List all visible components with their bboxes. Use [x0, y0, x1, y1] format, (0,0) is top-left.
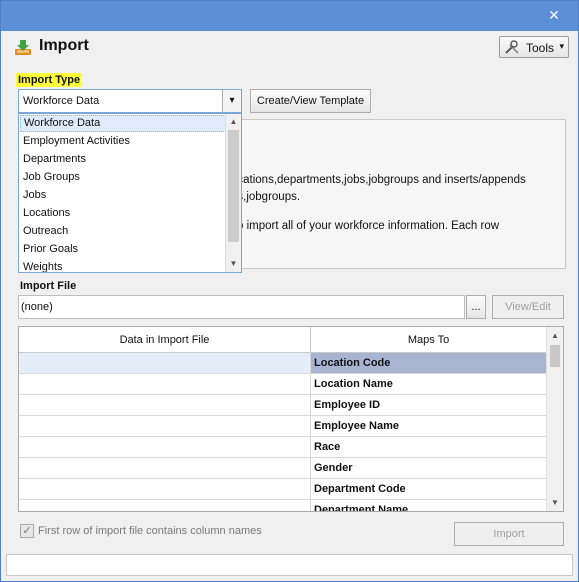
dropdown-option[interactable]: Departments — [20, 151, 226, 168]
import-button[interactable]: Import — [454, 522, 564, 546]
table-row-maps-to[interactable]: Gender — [311, 458, 547, 479]
table-row-source[interactable] — [19, 458, 311, 479]
dropdown-option[interactable]: Employment Activities — [20, 133, 226, 150]
view-edit-button[interactable]: View/Edit — [492, 295, 564, 319]
import-window: ✕ Import Tools ▾ Import Type Workforce D… — [0, 0, 579, 582]
dropdown-option[interactable]: Jobs — [20, 187, 226, 204]
table-row-maps-to[interactable]: Department Name — [311, 500, 547, 511]
import-file-value: (none) — [21, 301, 53, 313]
table-row-source[interactable] — [19, 437, 311, 458]
import-type-select[interactable]: Workforce Data ▾ — [18, 89, 242, 113]
table-row-maps-to[interactable]: Location Code — [311, 353, 547, 374]
table-row-source[interactable] — [19, 479, 311, 500]
title-bar: ✕ — [1, 1, 578, 31]
tools-menu-button[interactable]: Tools ▾ — [499, 36, 569, 58]
first-row-header-checkbox[interactable]: ✓ — [20, 524, 34, 538]
header: Import Tools ▾ — [1, 31, 578, 63]
dropdown-option[interactable]: Prior Goals — [20, 241, 226, 258]
table-row-maps-to[interactable]: Race — [311, 437, 547, 458]
import-type-label: Import Type — [16, 73, 83, 87]
scroll-up-icon[interactable]: ▲ — [547, 327, 563, 344]
import-type-dropdown-list: Workforce Data Employment Activities Dep… — [18, 113, 242, 273]
grid-scrollbar[interactable]: ▲ ▼ — [546, 327, 563, 511]
table-row-maps-to[interactable]: Employee ID — [311, 395, 547, 416]
close-button[interactable]: ✕ — [531, 2, 577, 29]
page-title: Import — [39, 37, 89, 54]
browse-button[interactable]: ... — [466, 295, 486, 319]
table-row-source[interactable] — [19, 374, 311, 395]
column-header-source[interactable]: Data in Import File — [19, 327, 311, 353]
table-row-source[interactable] — [19, 395, 311, 416]
dropdown-option[interactable]: Workforce Data — [20, 115, 226, 132]
first-row-header-label: First row of import file contains column… — [38, 525, 262, 537]
column-header-maps-to[interactable]: Maps To — [311, 327, 547, 353]
scroll-thumb[interactable] — [550, 345, 560, 367]
import-type-value: Workforce Data — [23, 95, 100, 107]
chevron-down-icon: ▾ — [559, 41, 564, 51]
table-row-maps-to[interactable]: Employee Name — [311, 416, 547, 437]
dropdown-option[interactable]: Locations — [20, 205, 226, 222]
tools-label: Tools — [526, 41, 555, 55]
import-file-label: Import File — [20, 280, 77, 292]
chevron-down-icon[interactable]: ▾ — [222, 90, 241, 112]
create-view-template-button[interactable]: Create/View Template — [250, 89, 371, 113]
wrench-screwdriver-icon — [505, 40, 519, 54]
scroll-up-icon[interactable]: ▲ — [226, 114, 241, 130]
dropdown-option[interactable]: Outreach — [20, 223, 226, 240]
scroll-thumb[interactable] — [228, 130, 239, 242]
scroll-down-icon[interactable]: ▼ — [226, 256, 241, 272]
import-file-field[interactable]: (none) — [18, 295, 465, 319]
table-row-source[interactable] — [19, 500, 311, 511]
download-tray-icon — [15, 40, 31, 55]
table-row-source[interactable] — [19, 416, 311, 437]
scroll-down-icon[interactable]: ▼ — [547, 494, 563, 511]
dropdown-option[interactable]: Weights — [20, 259, 226, 272]
description-line: ocations,departments,jobs,jobgroups and … — [231, 174, 526, 186]
dropdown-scrollbar[interactable]: ▲ ▼ — [225, 114, 241, 272]
dropdown-option[interactable]: Job Groups — [20, 169, 226, 186]
table-row-maps-to[interactable]: Location Name — [311, 374, 547, 395]
status-bar — [6, 554, 573, 576]
table-row-source[interactable] — [19, 353, 311, 374]
table-row-maps-to[interactable]: Department Code — [311, 479, 547, 500]
description-line: o import all of your workforce informati… — [237, 220, 500, 232]
mapping-grid: Data in Import File Maps To Location Cod… — [18, 326, 564, 512]
